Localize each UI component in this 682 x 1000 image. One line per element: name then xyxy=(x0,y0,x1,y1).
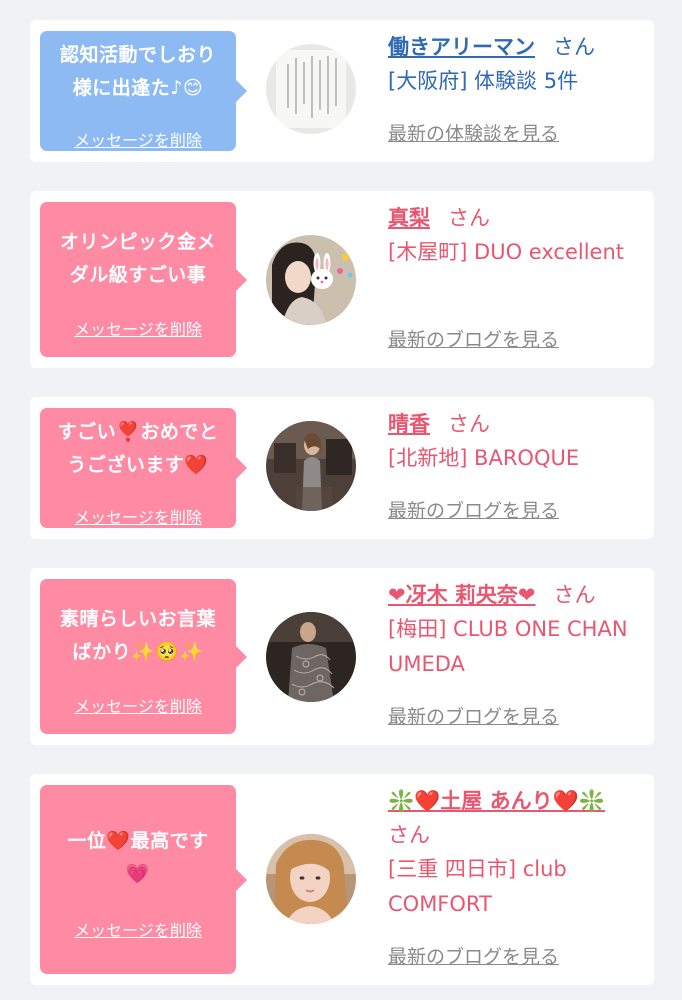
delete-message-link[interactable]: メッセージを削除 xyxy=(40,697,236,717)
message-text: 素晴らしいお言葉 ばかり✨🥺✨ xyxy=(59,608,216,663)
sender-place: [北新地] BAROQUE xyxy=(388,446,580,470)
avatar[interactable] xyxy=(266,834,356,924)
handwritten-letter-icon xyxy=(266,44,356,134)
sender-name-link[interactable]: ❇️❤️土屋 あんり❤️❇️ xyxy=(388,789,605,813)
avatar[interactable] xyxy=(266,612,356,702)
delete-message-link[interactable]: メッセージを削除 xyxy=(40,131,236,151)
sender-place: [三重 四日市] club COMFORT xyxy=(388,857,567,916)
honorific: さん xyxy=(388,823,430,847)
honorific: さん xyxy=(553,583,596,607)
message-bubble: 一位❤️最高です 💗 メッセージを削除 xyxy=(40,785,247,974)
message-card: オリンピック金メ ダル級すごい事 メッセージを削除 真梨 さん [木屋町] DU… xyxy=(30,191,654,368)
message-text: すごい❣️おめでと うございます❤️ xyxy=(57,421,219,476)
sender-place: [梅田] CLUB ONE CHAN UMEDA xyxy=(388,617,628,676)
sender-name-link[interactable]: 働きアリーマン xyxy=(388,35,535,59)
message-text: 認知活動でしおり 様に出逢た♪😊 xyxy=(59,44,216,99)
honorific: さん xyxy=(448,412,490,436)
message-card: 認知活動でしおり 様に出逢た♪😊 メッセージを削除 働きアリーマン さん [大阪… xyxy=(30,20,654,162)
sender-place: [大阪府] 体験談 5件 xyxy=(388,69,579,93)
message-text: オリンピック金メ ダル級すごい事 xyxy=(59,231,216,286)
avatar[interactable] xyxy=(266,421,356,511)
honorific: さん xyxy=(448,206,490,230)
latest-post-link[interactable]: 最新のブログを見る xyxy=(388,499,559,523)
latest-post-link[interactable]: 最新のブログを見る xyxy=(388,328,559,352)
avatar[interactable] xyxy=(266,44,356,134)
honorific: さん xyxy=(553,35,595,59)
latest-post-link[interactable]: 最新のブログを見る xyxy=(388,705,559,729)
sender-name-link[interactable]: ❤冴木 莉央奈❤ xyxy=(388,583,536,607)
sender-info: ❇️❤️土屋 あんり❤️❇️ さん [三重 四日市] club COMFORT … xyxy=(388,784,648,973)
sender-info: ❤冴木 莉央奈❤ さん [梅田] CLUB ONE CHAN UMEDA 最新のブ… xyxy=(388,578,648,733)
message-card: すごい❣️おめでと うございます❤️ メッセージを削除 晴香 さん [北新地] BA… xyxy=(30,397,654,539)
message-bubble: 認知活動でしおり 様に出逢た♪😊 メッセージを削除 xyxy=(40,31,247,151)
delete-message-link[interactable]: メッセージを削除 xyxy=(40,508,236,528)
latest-post-link[interactable]: 最新の体験談を見る xyxy=(388,122,559,146)
sender-info: 晴香 さん [北新地] BAROQUE 最新のブログを見る xyxy=(388,407,648,527)
message-text: 一位❤️最高です 💗 xyxy=(67,830,209,885)
message-card: 素晴らしいお言葉 ばかり✨🥺✨ メッセージを削除 ❤冴木 莉央奈❤ さん [梅田… xyxy=(30,568,654,745)
delete-message-link[interactable]: メッセージを削除 xyxy=(40,320,236,340)
woman-portrait-icon xyxy=(266,834,356,924)
message-bubble: 素晴らしいお言葉 ばかり✨🥺✨ メッセージを削除 xyxy=(40,579,247,734)
woman-with-bunny-sticker-icon xyxy=(266,235,356,325)
delete-message-link[interactable]: メッセージを削除 xyxy=(40,921,236,941)
latest-post-link[interactable]: 最新のブログを見る xyxy=(388,945,559,969)
message-bubble: すごい❣️おめでと うございます❤️ メッセージを削除 xyxy=(40,408,247,528)
avatar[interactable] xyxy=(266,235,356,325)
woman-in-lace-dress-icon xyxy=(266,612,356,702)
sender-name-link[interactable]: 晴香 xyxy=(388,412,430,436)
sender-info: 働きアリーマン さん [大阪府] 体験談 5件 最新の体験談を見る xyxy=(388,30,648,150)
message-card: 一位❤️最高です 💗 メッセージを削除 ❇️❤️土屋 あんり❤️❇️ さん [三… xyxy=(30,774,654,985)
sender-place: [木屋町] DUO excellent xyxy=(388,240,625,264)
sender-info: 真梨 さん [木屋町] DUO excellent 最新のブログを見る xyxy=(388,201,648,356)
sender-name-link[interactable]: 真梨 xyxy=(388,206,430,230)
woman-in-dress-icon xyxy=(266,421,356,511)
message-list: 認知活動でしおり 様に出逢た♪😊 メッセージを削除 働きアリーマン さん [大阪… xyxy=(0,0,682,1000)
message-bubble: オリンピック金メ ダル級すごい事 メッセージを削除 xyxy=(40,202,247,357)
